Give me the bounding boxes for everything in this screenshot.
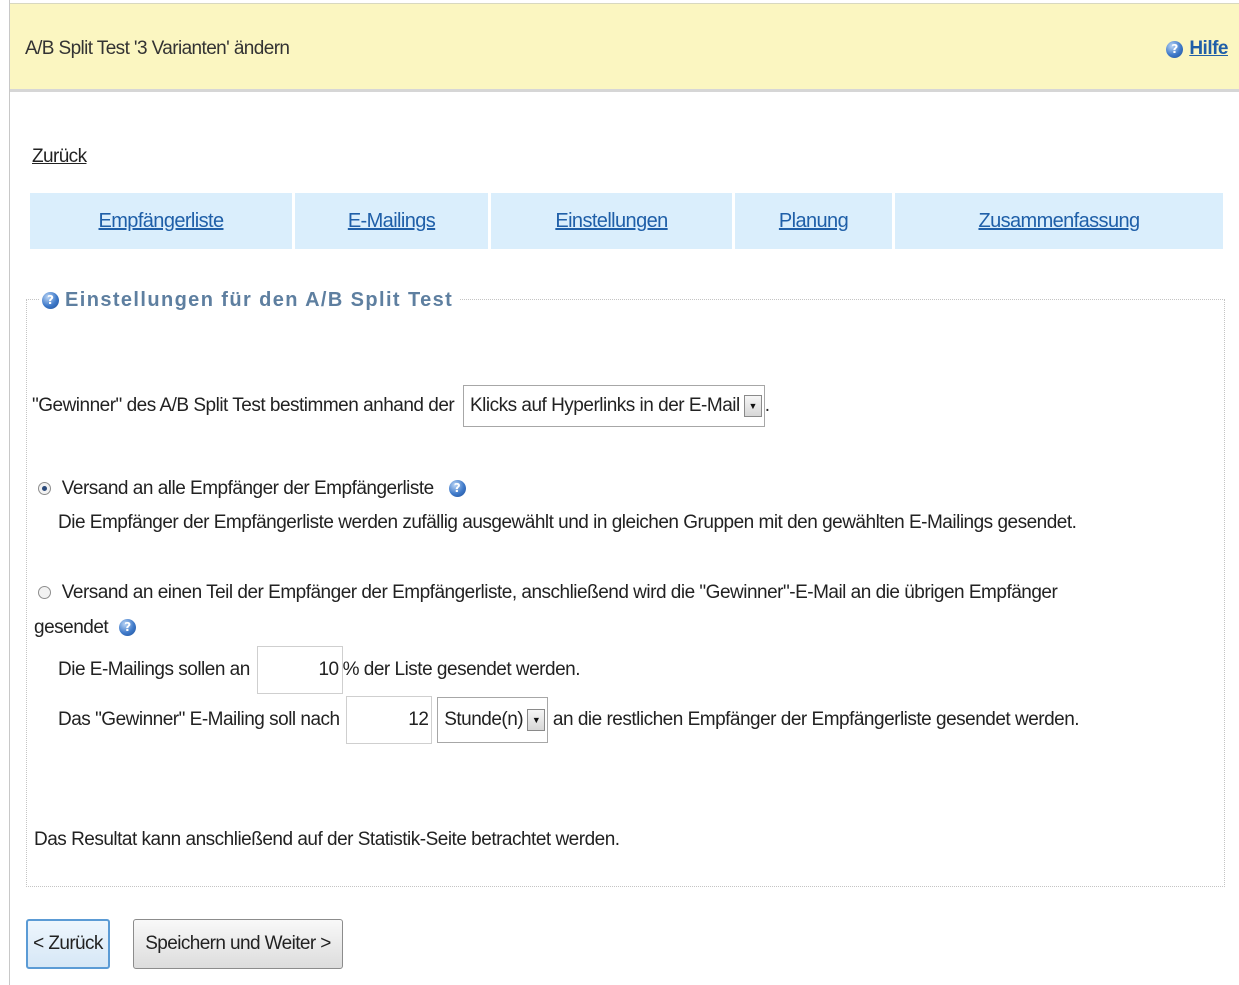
tab-label[interactable]: Planung [779, 210, 849, 233]
help-area: ? Hilfe [1166, 38, 1228, 60]
tab-label[interactable]: Zusammenfassung [978, 210, 1140, 233]
settings-legend: ? Einstellungen für den A/B Split Test [40, 289, 460, 312]
legend-title: Einstellungen für den A/B Split Test [65, 289, 454, 311]
tab-planung[interactable]: Planung [735, 193, 895, 249]
winner-criterion-label: "Gewinner" des A/B Split Test bestimmen … [32, 395, 455, 417]
select-value: Klicks auf Hyperlinks in der E-Mail [470, 395, 740, 416]
select-value: Stunde(n) [444, 709, 524, 730]
delay-row: Das "Gewinner" E-Mailing soll nach 12 St… [58, 696, 1080, 744]
tab-label[interactable]: Empfängerliste [99, 210, 225, 233]
wizard-tabs: Empfängerliste E-Mailings Einstellungen … [30, 193, 1223, 249]
help-question-icon[interactable]: ? [42, 292, 59, 309]
page-title: A/B Split Test '3 Varianten' ändern [25, 38, 290, 59]
option-all-description: Die Empfänger der Empfängerliste werden … [58, 512, 1077, 533]
option-partial-label[interactable]: Versand an einen Teil der Empfänger der … [62, 582, 1058, 603]
percent-suffix: % der Liste gesendet werden. [342, 659, 581, 681]
winner-criterion-suffix: . [764, 395, 770, 417]
percent-label: Die E-Mailings sollen an [58, 659, 250, 681]
option-partial-label-cont: gesendet ? [34, 617, 136, 639]
result-note: Das Resultat kann anschließend auf der S… [34, 829, 620, 850]
tab-einstellungen[interactable]: Einstellungen [491, 193, 735, 249]
help-question-icon[interactable]: ? [1166, 40, 1184, 58]
back-link[interactable]: Zurück [32, 146, 87, 168]
tab-e-mailings[interactable]: E-Mailings [295, 193, 491, 249]
save-next-button[interactable]: Speichern und Weiter > [133, 919, 343, 969]
delay-unit-select[interactable]: Stunde(n) ▼ [437, 697, 549, 743]
chevron-down-icon[interactable]: ▼ [743, 395, 762, 417]
help-question-icon[interactable]: ? [118, 619, 136, 637]
winner-criterion-row: "Gewinner" des A/B Split Test bestimmen … [32, 385, 770, 427]
tab-label[interactable]: E-Mailings [348, 210, 436, 233]
delay-label: Das "Gewinner" E-Mailing soll nach [58, 709, 340, 731]
back-button[interactable]: < Zurück [26, 919, 110, 969]
option-all-row: Versand an alle Empfänger der Empfängerl… [38, 478, 466, 500]
tab-empfaengerliste[interactable]: Empfängerliste [30, 193, 295, 249]
help-question-icon[interactable]: ? [448, 480, 466, 498]
chevron-down-icon[interactable]: ▼ [527, 709, 546, 731]
help-link[interactable]: Hilfe [1189, 38, 1228, 60]
delay-suffix: an die restlichen Empfänger der Empfänge… [552, 709, 1080, 731]
page-header: A/B Split Test '3 Varianten' ändern ? Hi… [10, 3, 1239, 92]
tab-zusammenfassung[interactable]: Zusammenfassung [895, 193, 1223, 249]
percent-row: Die E-Mailings sollen an 10% der Liste g… [58, 646, 581, 694]
radio-send-all[interactable] [38, 482, 51, 496]
percent-input[interactable]: 10 [256, 646, 343, 694]
page-left-border [9, 0, 10, 985]
option-partial-label-line2[interactable]: gesendet [34, 617, 109, 638]
tab-label[interactable]: Einstellungen [555, 210, 668, 233]
option-all-label[interactable]: Versand an alle Empfänger der Empfängerl… [62, 478, 434, 499]
winner-criterion-select[interactable]: Klicks auf Hyperlinks in der E-Mail ▼ [463, 385, 765, 427]
option-partial-row: Versand an einen Teil der Empfänger der … [38, 582, 1058, 604]
radio-send-partial[interactable] [38, 586, 51, 600]
delay-input[interactable]: 12 [346, 696, 433, 744]
